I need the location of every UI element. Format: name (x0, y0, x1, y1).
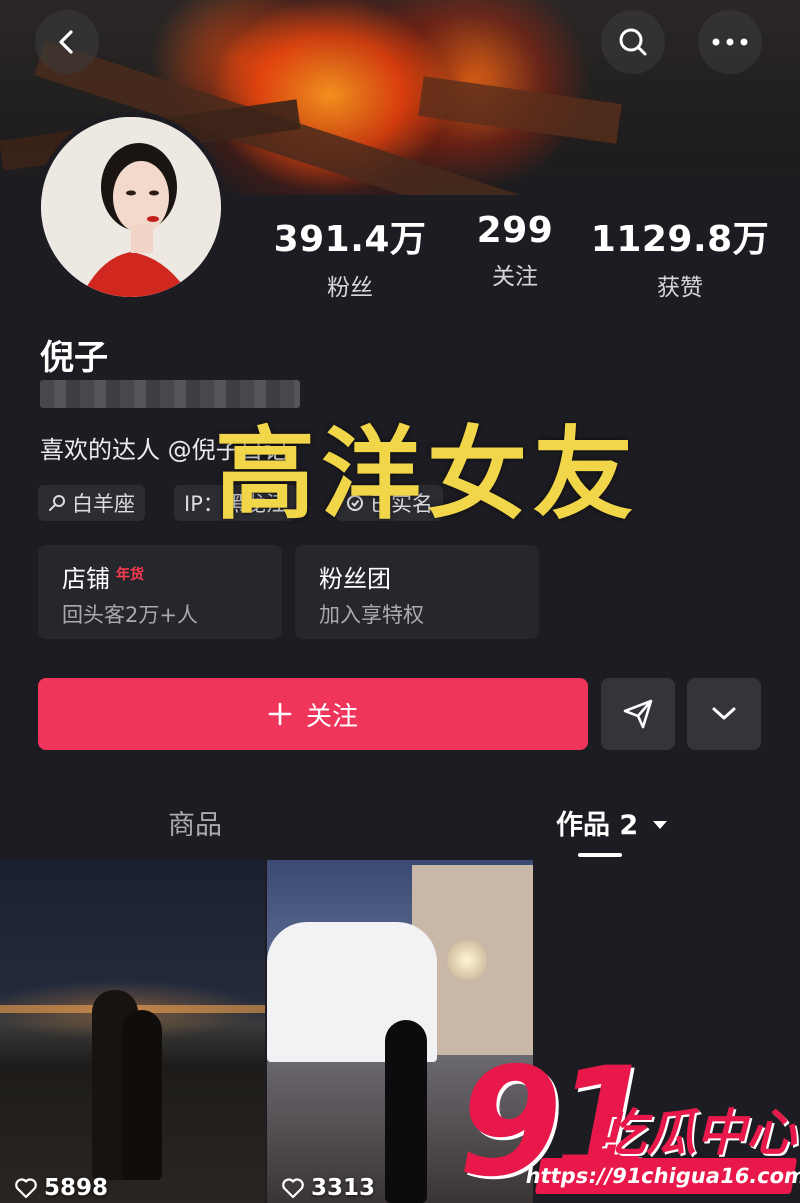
share-button[interactable] (601, 678, 675, 750)
photo-figure (122, 1010, 162, 1180)
back-button[interactable] (35, 10, 99, 74)
heart-icon (15, 1178, 37, 1199)
search-button[interactable] (601, 10, 665, 74)
follow-label: 关注 (305, 701, 358, 732)
fan-club-subtitle: 加入享特权 (319, 603, 424, 627)
search-icon (49, 495, 65, 511)
stat-label: 关注 (492, 264, 538, 290)
likes-stat[interactable]: 1129.8万 获赞 (590, 210, 770, 302)
stat-value: 299 (476, 210, 554, 251)
more-options-button[interactable] (687, 678, 761, 750)
post-thumbnail[interactable]: 5898 (0, 860, 265, 1203)
avatar[interactable] (36, 112, 226, 302)
photo-figure (385, 1020, 427, 1203)
tag-label: 白羊座 (72, 492, 135, 516)
likes-count: 3313 (311, 1175, 376, 1201)
tab-works[interactable]: 作品 2 (556, 803, 668, 842)
shop-badge: 年货 (116, 567, 144, 583)
post-likes: 5898 (14, 1175, 108, 1201)
heart-icon (282, 1178, 304, 1199)
caret-down-icon (652, 821, 667, 829)
following-stat[interactable]: 299 关注 (455, 210, 575, 291)
active-tab-indicator (578, 853, 622, 857)
banner-log (418, 76, 622, 144)
chevron-down-icon (712, 707, 736, 720)
watermark-logo-name: 吃瓜中心 (596, 1104, 796, 1162)
more-icon (712, 38, 748, 46)
stat-label: 粉丝 (327, 275, 373, 301)
plus-icon (268, 702, 292, 726)
back-icon (59, 30, 73, 54)
more-button[interactable] (698, 10, 762, 74)
shop-title: 店铺 年货 (62, 565, 144, 593)
fan-club-card[interactable]: 粉丝团 加入享特权 (295, 545, 539, 639)
watermark-url: https://91chigua16.com (524, 1158, 800, 1194)
follow-button[interactable]: 关注 (38, 678, 588, 750)
tab-goods[interactable]: 商品 (168, 803, 222, 842)
stat-label: 获赞 (657, 275, 703, 301)
profile-name: 倪子 (40, 338, 108, 378)
street-light (447, 940, 487, 980)
shop-card[interactable]: 店铺 年货 回头客2万+人 (38, 545, 282, 639)
overlay-caption: 高洋女友 (215, 416, 639, 533)
followers-stat[interactable]: 391.4万 粉丝 (270, 210, 430, 302)
tag-zodiac: 白羊座 (38, 485, 145, 521)
stats-bar: 391.4万 粉丝 299 关注 1129.8万 获赞 (260, 210, 780, 302)
fan-club-title: 粉丝团 (319, 565, 391, 593)
avatar-image (41, 117, 221, 297)
send-icon (623, 699, 653, 729)
shop-subtitle: 回头客2万+人 (62, 603, 198, 627)
stat-value: 391.4万 (273, 219, 427, 260)
stat-value: 1129.8万 (590, 219, 770, 260)
likes-count: 5898 (44, 1175, 109, 1201)
post-likes: 3313 (281, 1175, 375, 1201)
search-icon (619, 28, 647, 56)
tab-works-label: 作品 2 (556, 810, 639, 841)
